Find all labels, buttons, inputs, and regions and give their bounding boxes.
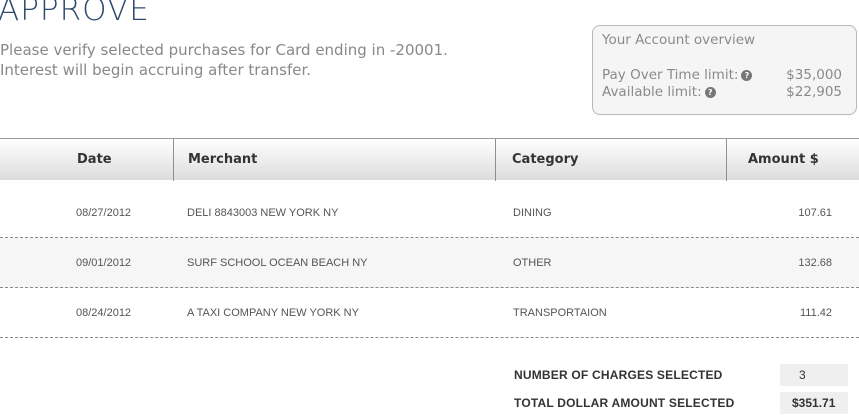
row-merchant: DELI 8843003 NEW YORK NY [187, 207, 339, 219]
row-date: 08/27/2012 [76, 207, 132, 219]
row-merchant: A TAXI COMPANY NEW YORK NY [187, 307, 359, 319]
available-limit-label: Available limit: [602, 84, 702, 100]
row-amount: 107.61 [798, 207, 832, 219]
total-amount-label: TOTAL DOLLAR AMOUNT SELECTED [514, 396, 735, 410]
available-limit-value: $22,905 [786, 84, 842, 100]
row-merchant: SURF SCHOOL OCEAN BEACH NY [187, 257, 368, 269]
intro-text: Please verify selected purchases for Car… [0, 40, 448, 80]
table-row[interactable]: 09/01/2012 SURF SCHOOL OCEAN BEACH NY OT… [0, 238, 859, 288]
row-category: TRANSPORTAION [513, 307, 607, 319]
table-row[interactable]: 08/24/2012 A TAXI COMPANY NEW YORK NY TR… [0, 288, 859, 338]
row-date: 08/24/2012 [76, 307, 132, 319]
available-limit-row: Available limit: ? $22,905 [602, 83, 842, 101]
row-category: OTHER [513, 257, 552, 269]
account-overview-panel: Your Account overview Pay Over Time limi… [592, 25, 857, 115]
column-divider [495, 139, 496, 181]
intro-line-card: Please verify selected purchases for Car… [0, 41, 448, 59]
pay-over-time-limit-value: $35,000 [786, 67, 842, 83]
charges-count-value: 3 [780, 364, 848, 386]
column-header-category[interactable]: Category [512, 139, 578, 181]
total-amount-value: $351.71 [780, 392, 848, 414]
pay-over-time-limit-label: Pay Over Time limit: [602, 67, 739, 83]
charges-count-label: NUMBER OF CHARGES SELECTED [514, 368, 723, 382]
column-divider [173, 139, 174, 181]
column-header-amount[interactable]: Amount $ [748, 139, 819, 181]
row-category: DINING [513, 207, 552, 219]
row-amount: 111.42 [799, 307, 832, 319]
account-overview-title: Your Account overview [602, 32, 756, 48]
column-header-merchant[interactable]: Merchant [188, 139, 257, 181]
help-icon[interactable]: ? [741, 69, 753, 81]
page-title: APPROVE [0, 0, 150, 28]
column-header-date[interactable]: Date [77, 139, 112, 181]
column-divider [726, 139, 727, 181]
help-icon[interactable]: ? [704, 86, 716, 98]
pay-over-time-limit-row: Pay Over Time limit: ? $35,000 [602, 66, 842, 84]
intro-line-interest: Interest will begin accruing after trans… [0, 61, 312, 79]
row-date: 09/01/2012 [76, 257, 132, 269]
row-amount: 132.68 [798, 257, 832, 269]
table-row[interactable]: 08/27/2012 DELI 8843003 NEW YORK NY DINI… [0, 188, 859, 238]
table-header: Date Merchant Category Amount $ [0, 138, 859, 181]
